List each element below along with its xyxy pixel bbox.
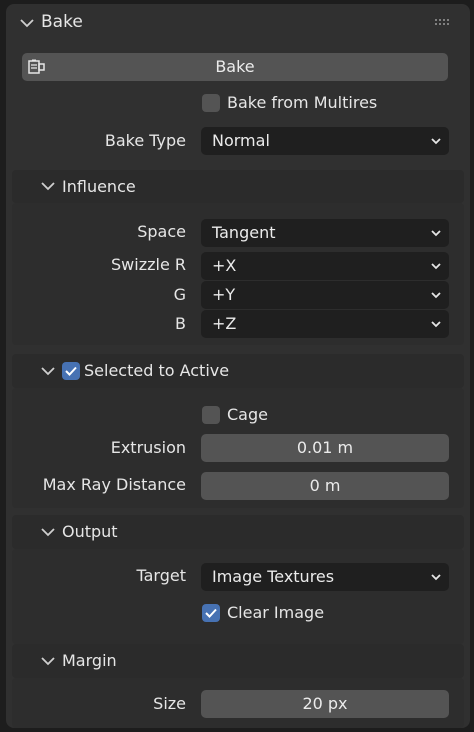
max-ray-distance-field[interactable]: 0 m [201, 472, 449, 500]
chevron-down-icon[interactable] [19, 15, 35, 31]
bake-from-multires-label[interactable]: Bake from Multires [227, 93, 377, 112]
chevron-down-icon [431, 263, 441, 270]
size-label: Size [153, 694, 186, 713]
influence-title[interactable]: Influence [62, 177, 136, 196]
margin-title[interactable]: Margin [62, 651, 117, 670]
chevron-down-icon[interactable] [40, 363, 56, 379]
space-dropdown[interactable]: Tangent [201, 219, 449, 247]
swizzle-b-label: B [175, 314, 186, 333]
chevron-down-icon[interactable] [40, 524, 56, 540]
extrusion-field[interactable]: 0.01 m [201, 434, 449, 462]
swizzle-b-value: +Z [212, 314, 237, 333]
selected-to-active-checkbox[interactable] [62, 362, 80, 380]
swizzle-g-value: +Y [212, 285, 236, 304]
cage-checkbox[interactable] [202, 406, 220, 424]
target-dropdown[interactable]: Image Textures [201, 563, 449, 591]
bake-icon [28, 59, 45, 74]
chevron-down-icon [431, 292, 441, 299]
swizzle-g-dropdown[interactable]: +Y [201, 281, 449, 309]
bake-from-multires-checkbox[interactable] [202, 94, 220, 112]
drag-handle-icon[interactable] [434, 18, 450, 26]
target-value: Image Textures [212, 567, 335, 586]
selected-to-active-title[interactable]: Selected to Active [84, 361, 229, 380]
swizzle-b-dropdown[interactable]: +Z [201, 310, 449, 338]
chevron-down-icon[interactable] [40, 178, 56, 194]
chevron-down-icon[interactable] [40, 653, 56, 669]
checkmark-icon [65, 366, 77, 376]
chevron-down-icon [431, 574, 441, 581]
bake-button-label: Bake [215, 57, 255, 76]
chevron-down-icon [431, 230, 441, 237]
clear-image-label[interactable]: Clear Image [227, 603, 324, 622]
swizzle-g-label: G [173, 285, 186, 304]
margin-size-field[interactable]: 20 px [201, 690, 449, 718]
bake-type-dropdown[interactable]: Normal [201, 127, 449, 155]
target-label: Target [136, 566, 187, 585]
max-ray-distance-label: Max Ray Distance [42, 475, 186, 494]
extrusion-label: Extrusion [110, 438, 186, 457]
checkmark-icon [205, 608, 217, 618]
bake-button[interactable]: Bake [22, 53, 448, 81]
bake-panel: Bake Bake Bake from Multires Bake Type N… [6, 4, 470, 728]
cage-label[interactable]: Cage [227, 405, 268, 424]
clear-image-checkbox[interactable] [202, 604, 220, 622]
swizzle-r-value: +X [212, 256, 237, 275]
bake-type-value: Normal [212, 131, 270, 150]
space-value: Tangent [212, 223, 276, 242]
chevron-down-icon [431, 138, 441, 145]
space-label: Space [137, 222, 186, 241]
output-title[interactable]: Output [62, 522, 118, 541]
swizzle-r-dropdown[interactable]: +X [201, 252, 449, 280]
chevron-down-icon [431, 321, 441, 328]
panel-title[interactable]: Bake [41, 12, 83, 32]
bake-type-label: Bake Type [104, 131, 186, 150]
swizzle-r-label: Swizzle R [111, 255, 186, 274]
